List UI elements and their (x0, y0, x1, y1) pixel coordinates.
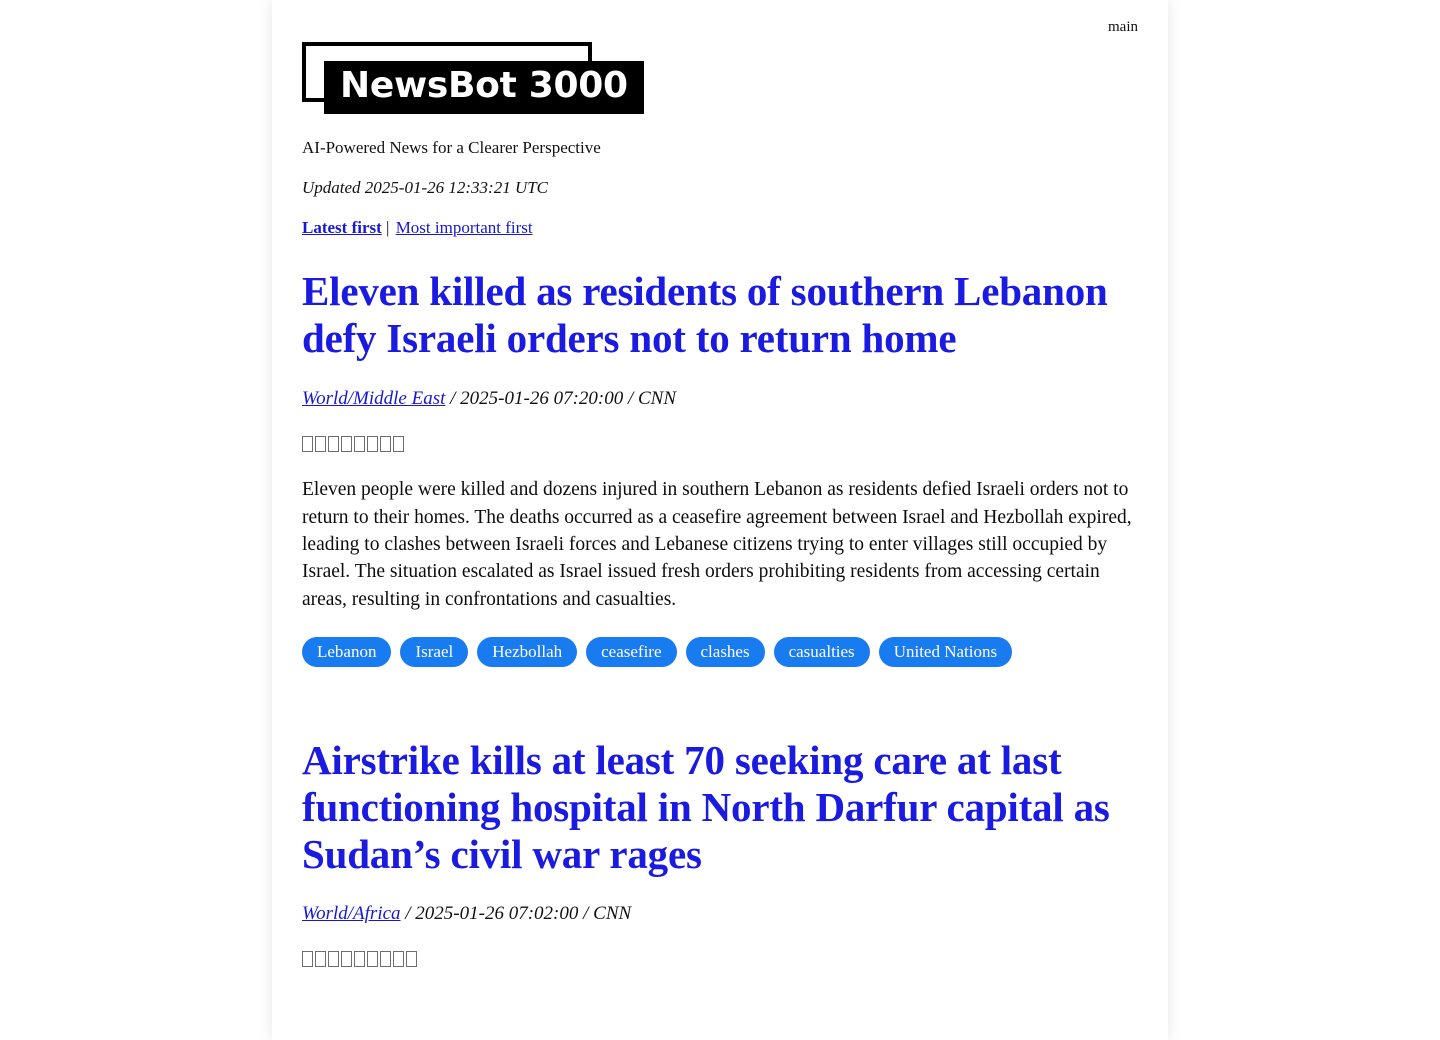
sort-separator: | (386, 218, 390, 237)
article-category-link[interactable]: World/Middle East (302, 388, 445, 409)
missing-glyph-icon (302, 435, 313, 452)
missing-glyph-icon (393, 435, 404, 452)
missing-glyph-icon (380, 951, 391, 968)
article-tag[interactable]: United Nations (878, 636, 1013, 668)
missing-glyph-icon (341, 951, 352, 968)
missing-glyph-icon (406, 951, 417, 968)
article-meta-rest: / 2025-01-26 07:20:00 / CNN (450, 387, 677, 409)
sort-controls: Latest first | Most important first (302, 218, 1144, 238)
missing-glyph-icon (328, 435, 339, 452)
missing-glyph-icon (367, 951, 378, 968)
page-container: main NewsBot 3000 AI-Powered News for a … (272, 0, 1168, 1040)
article-item: Airstrike kills at least 70 seeking care… (302, 737, 1144, 970)
article-tag[interactable]: casualties (773, 636, 870, 668)
article-list: Eleven killed as residents of southern L… (296, 268, 1144, 970)
article-item: Eleven killed as residents of southern L… (302, 268, 1144, 668)
logo-text: NewsBot 3000 (340, 65, 628, 106)
article-glyph-row (302, 435, 1144, 455)
article-meta: World/Africa / 2025-01-26 07:02:00 / CNN (302, 903, 1144, 925)
missing-glyph-icon (354, 435, 365, 452)
missing-glyph-icon (354, 951, 365, 968)
site-tagline: AI-Powered News for a Clearer Perspectiv… (302, 138, 601, 157)
sort-latest-first-link[interactable]: Latest first (302, 218, 382, 237)
missing-glyph-icon (328, 951, 339, 968)
missing-glyph-icon (393, 951, 404, 968)
sort-most-important-link[interactable]: Most important first (396, 218, 533, 237)
missing-glyph-icon (367, 435, 378, 452)
article-tag[interactable]: Israel (400, 636, 469, 668)
missing-glyph-icon (341, 435, 352, 452)
missing-glyph-icon (315, 951, 326, 968)
article-tag[interactable]: Lebanon (302, 636, 392, 668)
article-tag-list: Lebanon Israel Hezbollah ceasefire clash… (302, 636, 1144, 668)
article-tag[interactable]: ceasefire (586, 636, 677, 668)
article-category-link[interactable]: World/Africa (302, 903, 401, 924)
article-title[interactable]: Airstrike kills at least 70 seeking care… (302, 737, 1114, 877)
missing-glyph-icon (302, 951, 313, 968)
article-meta-rest: / 2025-01-26 07:02:00 / CNN (405, 903, 632, 925)
site-logo: NewsBot 3000 (302, 42, 1144, 128)
logo-solid-box: NewsBot 3000 (324, 61, 644, 114)
article-summary: Eleven people were killed and dozens inj… (302, 479, 1132, 610)
article-meta: World/Middle East / 2025-01-26 07:20:00 … (302, 388, 1144, 410)
missing-glyph-icon (315, 435, 326, 452)
missing-glyph-icon (380, 435, 391, 452)
article-tag[interactable]: clashes (685, 636, 765, 668)
branch-label: main (1108, 19, 1138, 35)
last-updated-timestamp: Updated 2025-01-26 12:33:21 UTC (302, 178, 549, 197)
article-title[interactable]: Eleven killed as residents of southern L… (302, 268, 1114, 361)
article-glyph-row (302, 951, 1144, 970)
article-tag[interactable]: Hezbollah (477, 636, 578, 668)
